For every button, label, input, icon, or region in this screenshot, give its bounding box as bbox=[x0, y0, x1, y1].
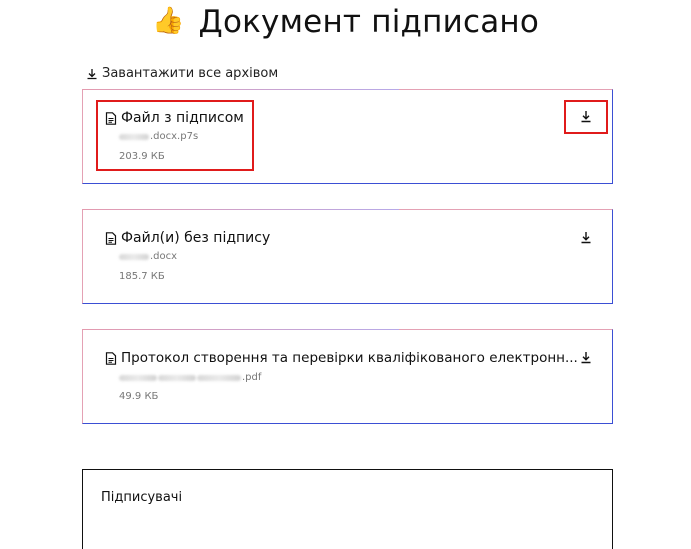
page-title: 👍 Документ підписано bbox=[0, 4, 691, 40]
document-icon bbox=[105, 351, 117, 365]
download-button[interactable] bbox=[577, 348, 595, 366]
file-size: 49.9 КБ bbox=[119, 391, 159, 402]
obscured-filename bbox=[158, 374, 196, 381]
download-button[interactable] bbox=[577, 228, 595, 246]
download-icon bbox=[581, 351, 591, 363]
file-size: 203.9 КБ bbox=[119, 151, 165, 162]
download-icon bbox=[581, 110, 591, 122]
download-all-link[interactable]: Завантажити все архівом bbox=[86, 66, 278, 81]
signers-heading: Підписувачі bbox=[101, 490, 183, 505]
thumbs-up-icon: 👍 bbox=[151, 6, 185, 36]
document-icon bbox=[105, 111, 117, 125]
file-card-signed: Файл з підписом .docx.p7s 203.9 КБ bbox=[81, 88, 613, 184]
obscured-filename bbox=[197, 374, 241, 381]
download-icon bbox=[87, 68, 97, 79]
download-icon bbox=[581, 231, 591, 243]
page-title-text: Документ підписано bbox=[198, 4, 540, 40]
file-size: 185.7 КБ bbox=[119, 271, 165, 282]
document-icon bbox=[105, 231, 117, 245]
obscured-filename bbox=[119, 253, 149, 260]
signers-section: Підписувачі bbox=[82, 469, 613, 549]
download-button[interactable] bbox=[577, 107, 595, 125]
file-card-protocol: Протокол створення та перевірки кваліфік… bbox=[81, 328, 613, 424]
file-name: .pdf bbox=[119, 372, 261, 383]
file-card-title: Протокол створення та перевірки кваліфік… bbox=[105, 350, 578, 366]
file-name: .docx.p7s bbox=[119, 131, 198, 142]
obscured-filename bbox=[119, 133, 149, 140]
file-card-title: Файл(и) без підпису bbox=[105, 230, 270, 246]
obscured-filename bbox=[119, 374, 157, 381]
file-card-unsigned: Файл(и) без підпису .docx 185.7 КБ bbox=[81, 208, 613, 304]
file-name: .docx bbox=[119, 251, 177, 262]
file-card-title: Файл з підписом bbox=[105, 110, 244, 126]
download-all-label: Завантажити все архівом bbox=[102, 66, 279, 81]
